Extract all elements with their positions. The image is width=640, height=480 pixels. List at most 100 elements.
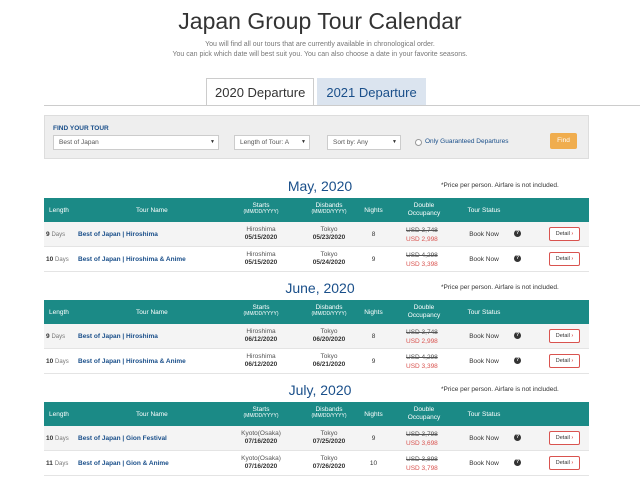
- start-city: Hiroshima: [246, 353, 276, 360]
- page-title: Japan Group Tour Calendar: [178, 8, 462, 34]
- intro-line-1: You will find all our tours that are cur…: [205, 41, 435, 48]
- col-double-occupancy: Double Occupancy: [399, 202, 449, 218]
- col-starts-label: Starts: [252, 304, 270, 311]
- tour-name-link[interactable]: Best of Japan | Hiroshima: [78, 333, 158, 340]
- tour-start: Kyoto(Osaka) 07/16/2020: [231, 430, 291, 446]
- start-date: 06/12/2020: [244, 336, 278, 343]
- col-starts-format: (MM/DD/YYYY): [243, 413, 279, 419]
- tour-days: 10: [46, 256, 54, 263]
- end-date: 06/20/2020: [312, 336, 346, 343]
- question-icon[interactable]: ?: [514, 459, 521, 466]
- sale-price: USD 2,998: [406, 338, 438, 345]
- tour-end: Tokyo 06/20/2020: [299, 328, 359, 344]
- tour-length: 10 Days: [46, 435, 69, 442]
- end-city: Tokyo: [320, 226, 338, 233]
- tour-start: Hiroshima 05/15/2020: [231, 226, 291, 242]
- question-icon[interactable]: ?: [514, 255, 521, 262]
- end-date: 07/25/2020: [312, 438, 346, 445]
- question-icon[interactable]: ?: [514, 332, 521, 339]
- book-now-link[interactable]: Book Now: [464, 333, 504, 340]
- table-row: 10 Days Best of Japan | Hiroshima & Anim…: [44, 247, 589, 272]
- old-price: USD 3,748: [406, 227, 438, 234]
- detail-button[interactable]: Detail ›: [549, 227, 580, 241]
- tour-length: 11 Days: [46, 460, 68, 467]
- end-date: 06/21/2020: [312, 361, 346, 368]
- start-city: Kyoto(Osaka): [241, 430, 281, 437]
- detail-button[interactable]: Detail ›: [549, 329, 580, 343]
- detail-button[interactable]: Detail ›: [549, 252, 580, 266]
- table-row: 10 Days Best of Japan | Gion Festival Ky…: [44, 426, 589, 451]
- chevron-right-icon: ›: [571, 435, 574, 441]
- question-icon[interactable]: ?: [514, 434, 521, 441]
- tour-name-link[interactable]: Best of Japan | Hiroshima: [78, 231, 158, 238]
- tour-select[interactable]: Best of Japan ▼: [53, 135, 219, 150]
- guaranteed-checkbox-label[interactable]: Only Guaranteed Departures: [425, 138, 508, 145]
- tab-2020-departure[interactable]: 2020 Departure: [206, 78, 315, 106]
- end-date: 07/26/2020: [312, 463, 346, 470]
- question-icon[interactable]: ?: [514, 230, 521, 237]
- col-nights: Nights: [364, 309, 383, 316]
- col-tour-status: Tour Status: [467, 411, 501, 418]
- col-disbands-format: (MM/DD/YYYY): [311, 311, 347, 317]
- tour-nights: 10: [369, 460, 378, 467]
- chevron-right-icon: ›: [571, 333, 574, 339]
- detail-button[interactable]: Detail ›: [549, 354, 580, 368]
- tab-divider: [44, 105, 640, 106]
- tour-price: USD 3,898 USD 3,798: [406, 455, 456, 473]
- table-header: Length Tour Name Starts (MM/DD/YYYY) Disb…: [44, 300, 589, 324]
- table-row: 10 Days Best of Japan | Hiroshima & Anim…: [44, 349, 589, 374]
- start-date: 06/12/2020: [244, 361, 278, 368]
- tour-finder: FIND YOUR TOUR Best of Japan ▼ Length of…: [44, 115, 589, 159]
- start-city: Kyoto(Osaka): [241, 455, 281, 462]
- days-unit: Days: [55, 436, 69, 442]
- col-occupancy-label: Occupancy: [407, 210, 441, 217]
- col-nights: Nights: [364, 207, 383, 214]
- old-price: USD 3,798: [406, 431, 438, 438]
- table-row: 9 Days Best of Japan | Hiroshima Hiroshi…: [44, 222, 589, 247]
- tour-length: 10 Days: [46, 358, 69, 365]
- col-length: Length: [49, 309, 69, 316]
- length-select[interactable]: Length of Tour: A ▼: [234, 135, 310, 150]
- book-now-link[interactable]: Book Now: [464, 460, 504, 467]
- tour-price: USD 3,748 USD 2,998: [406, 226, 456, 244]
- sale-price: USD 3,398: [406, 363, 438, 370]
- col-double-occupancy: Double Occupancy: [399, 304, 449, 320]
- days-unit: Days: [51, 334, 66, 340]
- book-now-link[interactable]: Book Now: [464, 256, 504, 263]
- chevron-right-icon: ›: [571, 231, 574, 237]
- tour-end: Tokyo 06/21/2020: [299, 353, 359, 369]
- old-price: USD 4,298: [406, 354, 438, 361]
- tour-name-link[interactable]: Best of Japan | Gion & Anime: [78, 460, 169, 467]
- col-nights: Nights: [364, 411, 383, 418]
- sort-select[interactable]: Sort by: Any ▼: [327, 135, 401, 150]
- tour-name-link[interactable]: Best of Japan | Hiroshima & Anime: [78, 256, 186, 263]
- tour-name-link[interactable]: Best of Japan | Hiroshima & Anime: [78, 358, 186, 365]
- question-icon[interactable]: ?: [514, 357, 521, 364]
- tour-end: Tokyo 07/25/2020: [299, 430, 359, 446]
- detail-label: Detail: [555, 256, 570, 262]
- col-starts-label: Starts: [252, 202, 270, 209]
- start-city: Hiroshima: [246, 328, 276, 335]
- tour-name-link[interactable]: Best of Japan | Gion Festival: [78, 435, 167, 442]
- book-now-link[interactable]: Book Now: [464, 231, 504, 238]
- detail-button[interactable]: Detail ›: [549, 431, 580, 445]
- tour-start: Hiroshima 06/12/2020: [231, 353, 291, 369]
- start-date: 05/15/2020: [244, 234, 278, 241]
- chevron-right-icon: ›: [571, 460, 574, 466]
- tour-start: Hiroshima 05/15/2020: [231, 251, 291, 267]
- detail-label: Detail: [555, 435, 570, 441]
- old-price: USD 3,898: [406, 456, 438, 463]
- tour-days: 9: [46, 231, 50, 238]
- book-now-link[interactable]: Book Now: [464, 358, 504, 365]
- book-now-link[interactable]: Book Now: [464, 435, 504, 442]
- caret-down-icon: ▼: [301, 139, 306, 145]
- caret-down-icon: ▼: [392, 139, 397, 145]
- col-disbands: Disbands (MM/DD/YYYY): [299, 406, 359, 419]
- detail-button[interactable]: Detail ›: [549, 456, 580, 470]
- tab-2021-departure[interactable]: 2021 Departure: [317, 78, 426, 105]
- find-button[interactable]: Find: [550, 133, 577, 149]
- col-starts-format: (MM/DD/YYYY): [243, 209, 279, 215]
- tour-length: 9 Days: [46, 231, 65, 238]
- guaranteed-checkbox[interactable]: [415, 139, 422, 146]
- end-date: 05/23/2020: [312, 234, 346, 241]
